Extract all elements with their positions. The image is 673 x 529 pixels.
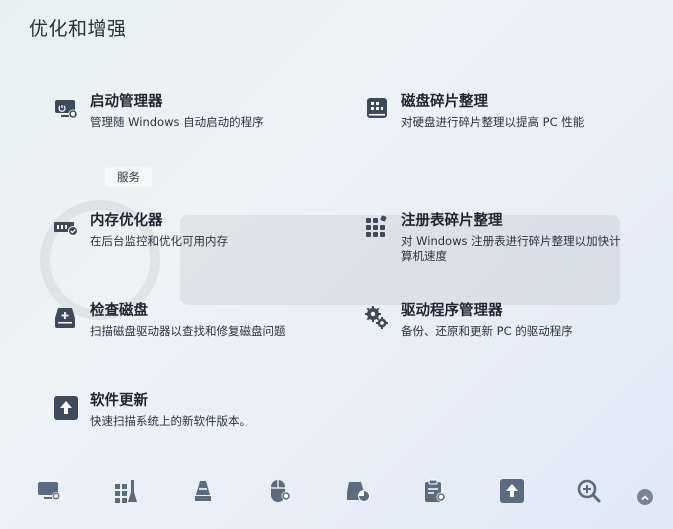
bottom-disk-button[interactable] [188, 478, 218, 508]
mouse-gear-icon [267, 478, 293, 508]
bottom-startup-button[interactable] [34, 478, 64, 508]
bottom-toolbar [0, 478, 673, 518]
tool-desc: 对 Windows 注册表进行碎片整理以加快计 算机速度 [401, 234, 651, 264]
section-tag: 服务 [105, 167, 152, 187]
monitor-gear-icon [36, 478, 62, 508]
tool-name: 内存优化器 [90, 213, 163, 229]
tool-name: 驱动程序管理器 [401, 303, 503, 319]
blocks-cleaner-icon [113, 478, 139, 508]
bottom-update-button[interactable] [497, 478, 527, 508]
tool-name: 注册表碎片整理 [401, 213, 503, 229]
tool-desc: 管理随 Windows 自动启动的程序 [90, 115, 264, 129]
tool-desc: 快速扫描系统上的新软件版本。 [90, 414, 251, 428]
tool-desc: 在后台监控和优化可用内存 [90, 234, 228, 248]
tool-name: 磁盘碎片整理 [401, 94, 488, 110]
upload-arrow-icon [499, 478, 525, 508]
bottom-mouse-button[interactable] [265, 478, 295, 508]
disk-defrag-icon [364, 96, 390, 122]
tool-desc: 备份、还原和更新 PC 的驱动程序 [401, 324, 573, 338]
bottom-search-button[interactable] [574, 478, 604, 508]
tool-name: 启动管理器 [90, 94, 163, 110]
disk-pie-icon [345, 478, 371, 508]
registry-blocks-icon [364, 215, 390, 241]
search-plus-icon [576, 478, 602, 508]
tool-desc-line: 算机速度 [401, 249, 447, 263]
bottom-cleaner-button[interactable] [111, 478, 141, 508]
memory-check-icon [53, 215, 79, 241]
tool-name: 软件更新 [90, 393, 148, 409]
tool-name: 检查磁盘 [90, 303, 148, 319]
tool-desc: 扫描磁盘驱动器以查找和修复磁盘问题 [90, 324, 286, 338]
page-title: 优化和增强 [29, 18, 127, 40]
upload-arrow-icon [53, 395, 79, 421]
bottom-clipboard-button[interactable] [420, 478, 450, 508]
gears-icon [364, 305, 390, 331]
tool-desc-line: 对 Windows 注册表进行碎片整理以加快计 [401, 234, 621, 248]
chevron-up-icon [640, 488, 650, 507]
bottom-disk-analyze-button[interactable] [343, 478, 373, 508]
disk-cone-icon [190, 478, 216, 508]
monitor-gear-icon [53, 96, 79, 122]
disk-plus-icon [53, 305, 79, 331]
tool-desc: 对硬盘进行碎片整理以提高 PC 性能 [401, 115, 585, 129]
collapse-button[interactable] [637, 489, 653, 505]
clipboard-gear-icon [422, 478, 448, 508]
